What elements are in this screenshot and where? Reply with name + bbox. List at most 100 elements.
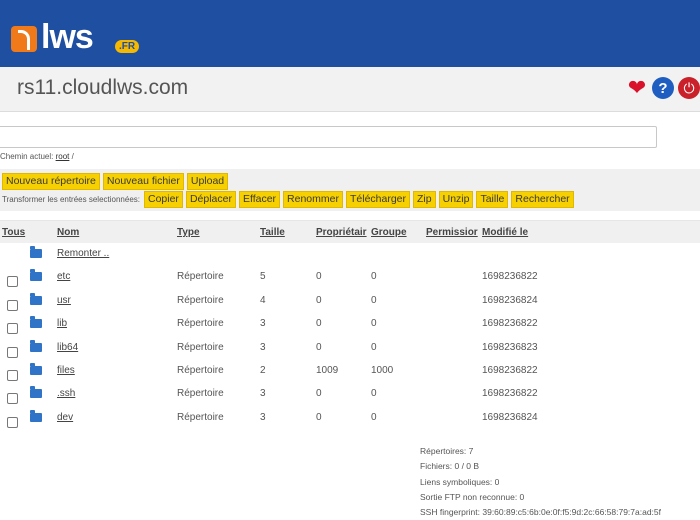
file-type: Répertoire — [177, 364, 224, 376]
unzip-button[interactable]: Unzip — [438, 191, 474, 208]
file-type: Répertoire — [177, 271, 224, 283]
row-checkbox[interactable] — [7, 416, 18, 428]
zip-button[interactable]: Zip — [413, 191, 436, 208]
row-checkbox[interactable] — [7, 393, 18, 405]
file-name-link[interactable]: files — [57, 365, 75, 376]
search-button[interactable]: Rechercher — [511, 191, 574, 208]
hostname-title: rs11.cloudlws.com — [17, 76, 189, 99]
file-name-link[interactable]: lib64 — [57, 342, 78, 353]
upload-button[interactable]: Upload — [186, 173, 229, 190]
file-size: 4 — [260, 294, 266, 306]
download-button[interactable]: Télécharger — [345, 191, 411, 208]
path-root-link[interactable]: root — [56, 152, 70, 161]
stat-directories: Répertoires: 7 — [420, 446, 474, 456]
file-name-link[interactable]: etc — [57, 271, 70, 282]
file-group: 0 — [371, 318, 377, 330]
column-permissions[interactable]: Permissior — [426, 227, 478, 238]
column-group[interactable]: Groupe — [371, 227, 407, 238]
top-icons: ❤ ? ⏻ — [626, 77, 700, 99]
file-name-link[interactable]: .ssh — [57, 388, 75, 399]
column-modified[interactable]: Modifié le — [482, 227, 528, 238]
column-name[interactable]: Nom — [57, 227, 79, 238]
stat-ftp-unrecognized: Sortie FTP non reconnue: 0 — [420, 491, 525, 502]
folder-icon — [30, 386, 42, 399]
row-checkbox[interactable] — [7, 346, 18, 358]
transform-actions: Transformer les entrées selectionnées: C… — [2, 191, 574, 208]
row-checkbox[interactable] — [7, 276, 18, 288]
file-group: 0 — [371, 341, 377, 353]
lws-logo-text: lws — [41, 18, 94, 56]
lws-logo[interactable]: lws .FR — [11, 18, 146, 62]
column-owner[interactable]: Propriétair — [316, 227, 367, 238]
file-listing: Tous Nom Type Taille Propriétair Groupe … — [0, 220, 700, 435]
row-checkbox[interactable] — [7, 323, 18, 335]
command-input[interactable] — [0, 126, 657, 148]
file-group: 1000 — [371, 364, 394, 376]
size-button[interactable]: Taille — [476, 191, 509, 208]
file-modified: 1698236824 — [482, 294, 538, 306]
file-type: Répertoire — [177, 318, 224, 330]
file-modified: 1698236823 — [482, 341, 538, 353]
file-type: Répertoire — [177, 341, 224, 353]
file-owner: 0 — [316, 388, 322, 400]
file-name-link[interactable]: usr — [57, 295, 71, 306]
rename-button[interactable]: Renommer — [283, 191, 343, 208]
file-size: 2 — [260, 364, 266, 376]
delete-button[interactable]: Effacer — [238, 191, 281, 208]
file-modified: 1698236822 — [482, 388, 538, 400]
folder-icon — [30, 362, 42, 375]
host-bar: rs11.cloudlws.com ❤ ? ⏻ — [0, 67, 700, 112]
current-path-label: Chemin actuel: — [0, 152, 54, 161]
file-name-link[interactable]: dev — [57, 412, 73, 423]
file-size: 3 — [260, 341, 266, 353]
lws-logo-badge: .FR — [115, 40, 140, 53]
folder-icon — [30, 292, 42, 305]
file-size: 3 — [260, 411, 266, 423]
parent-row: Remonter .. — [0, 246, 700, 271]
file-modified: 1698236822 — [482, 364, 538, 376]
file-owner: 0 — [316, 271, 322, 283]
directory-stats: Répertoires: 7 Fichiers: 0 / 0 B Liens s… — [420, 444, 661, 520]
table-header: Tous Nom Type Taille Propriétair Groupe … — [0, 220, 700, 243]
transform-label: Transformer les entrées selectionnées: — [2, 195, 140, 204]
table-row: etc Répertoire 5 0 0 1698236822 — [0, 269, 700, 294]
file-modified: 1698236822 — [482, 271, 538, 283]
table-row: dev Répertoire 3 0 0 1698236824 — [0, 409, 700, 435]
copy-button[interactable]: Copier — [144, 191, 183, 208]
file-type: Répertoire — [177, 388, 224, 400]
row-checkbox[interactable] — [7, 369, 18, 381]
table-row: lib Répertoire 3 0 0 1698236822 — [0, 316, 700, 341]
table-row: usr Répertoire 4 0 0 1698236824 — [0, 292, 700, 318]
file-owner: 0 — [316, 341, 322, 353]
new-file-button[interactable]: Nouveau fichier — [102, 173, 184, 190]
help-icon[interactable]: ? — [652, 77, 674, 99]
file-owner: 0 — [316, 318, 322, 330]
power-icon[interactable]: ⏻ — [678, 77, 700, 99]
table-row: .ssh Répertoire 3 0 0 1698236822 — [0, 386, 700, 411]
table-row: files Répertoire 2 1009 1000 1698236822 — [0, 362, 700, 388]
file-name-link[interactable]: lib — [57, 318, 67, 329]
heart-icon[interactable]: ❤ — [626, 77, 648, 99]
column-size[interactable]: Taille — [260, 227, 285, 238]
file-modified: 1698236822 — [482, 318, 538, 330]
folder-icon — [30, 246, 42, 258]
folder-icon — [30, 339, 42, 352]
file-size: 5 — [260, 271, 266, 283]
parent-link[interactable]: Remonter .. — [57, 248, 109, 259]
file-modified: 1698236824 — [482, 411, 538, 423]
file-group: 0 — [371, 294, 377, 306]
file-size: 3 — [260, 388, 266, 400]
move-button[interactable]: Déplacer — [185, 191, 236, 208]
file-owner: 0 — [316, 294, 322, 306]
lws-logo-mark-icon — [11, 26, 37, 52]
new-directory-button[interactable]: Nouveau répertoire — [2, 173, 100, 190]
create-actions: Nouveau répertoire Nouveau fichier Uploa… — [2, 173, 229, 190]
stat-files: Fichiers: 0 / 0 B — [420, 461, 480, 472]
column-type[interactable]: Type — [177, 227, 200, 238]
row-checkbox[interactable] — [7, 299, 18, 311]
top-header: lws .FR — [0, 0, 700, 67]
path-separator: / — [71, 152, 74, 161]
select-all-header[interactable]: Tous — [2, 227, 25, 238]
file-type: Répertoire — [177, 411, 224, 423]
current-path: Chemin actuel: root / — [0, 152, 74, 161]
